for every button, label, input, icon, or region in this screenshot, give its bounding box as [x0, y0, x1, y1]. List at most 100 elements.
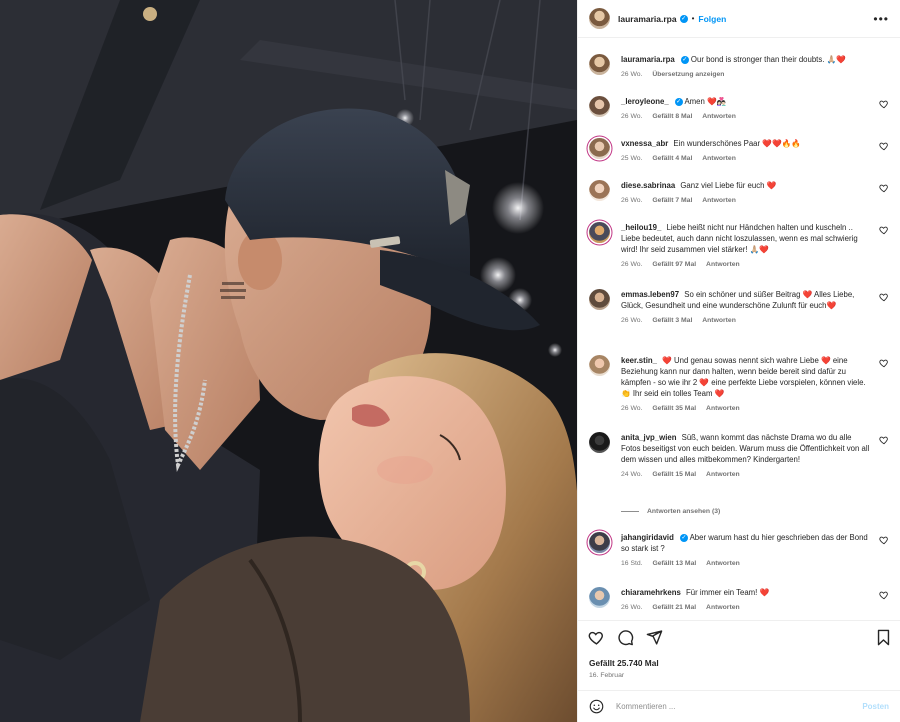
comment-age: 26 Wo.	[621, 405, 643, 412]
comment-username[interactable]: anita_jvp_wien	[621, 433, 676, 442]
comment-age: 25 Wo.	[621, 155, 643, 162]
verified-icon: ✓	[679, 533, 688, 542]
comment-username[interactable]: chiaramehrkens	[621, 588, 681, 597]
post-photo[interactable]	[0, 0, 577, 722]
caption-text: Our bond is stronger than their doubts. …	[690, 55, 846, 64]
reply-button[interactable]: Antworten	[706, 405, 740, 412]
comment-likes[interactable]: Gefällt 97 Mal	[652, 261, 696, 268]
heart-icon[interactable]	[879, 225, 889, 235]
reply-button[interactable]: Antworten	[702, 197, 736, 204]
comment-username[interactable]: _leroyleone_	[621, 97, 669, 106]
comment-item: _leroyleone_ ✓ Amen ❤️👩🏻‍❤️‍👨🏻 26 Wo. Gef…	[589, 96, 889, 122]
reply-button[interactable]: Antworten	[702, 155, 736, 162]
heart-icon[interactable]	[879, 183, 889, 193]
comment-item: keer.stin_ ❤️ Und genau sowas nennt sich…	[589, 355, 889, 414]
heart-icon[interactable]	[879, 99, 889, 109]
avatar[interactable]	[589, 180, 610, 201]
reply-button[interactable]: Antworten	[706, 560, 740, 567]
caption-username[interactable]: lauramaria.rpa	[621, 55, 675, 64]
comment-item: anita_jvp_wien Süß, wann kommt das nächs…	[589, 432, 889, 480]
likes-count[interactable]: Gefällt 25.740 Mal	[589, 658, 659, 668]
reply-button[interactable]: Antworten	[706, 261, 740, 268]
verified-icon: ✓	[679, 14, 688, 23]
bookmark-icon[interactable]	[876, 629, 891, 646]
comment-item: jahangiridavid ✓ Aber warum hast du hier …	[589, 532, 889, 569]
comment-age: 26 Wo.	[621, 261, 643, 268]
comment-likes[interactable]: Gefällt 13 Mal	[652, 560, 696, 567]
heart-icon[interactable]	[588, 629, 605, 646]
post-comment-button[interactable]: Posten	[862, 702, 889, 711]
comment-age: 26 Wo.	[621, 317, 643, 324]
post-panel: lauramaria.rpa ✓ • Folgen ••• lauramaria…	[577, 0, 900, 722]
post-dialog: lauramaria.rpa ✓ • Folgen ••• lauramaria…	[0, 0, 900, 722]
reply-button[interactable]: Antworten	[706, 471, 740, 478]
avatar[interactable]	[589, 96, 610, 117]
avatar[interactable]	[589, 8, 610, 29]
comment-username[interactable]: vxnessa_abr	[621, 139, 668, 148]
caption: lauramaria.rpa ✓ Our bond is stronger tha…	[589, 54, 889, 80]
heart-icon[interactable]	[879, 535, 889, 545]
add-comment-bar: Posten	[578, 690, 900, 722]
comment-item: emmas.leben97 So ein schöner und süßer B…	[589, 289, 889, 326]
view-replies-label: Antworten ansehen (3)	[647, 508, 721, 515]
emoji-icon[interactable]	[589, 699, 604, 714]
comment-age: 16 Std.	[621, 560, 643, 567]
comment-username[interactable]: _heilou19_	[621, 223, 661, 232]
comment-likes[interactable]: Gefällt 7 Mal	[652, 197, 692, 204]
comment-username[interactable]: jahangiridavid	[621, 533, 674, 542]
follow-button[interactable]: Folgen	[698, 14, 726, 24]
reply-button[interactable]: Antworten	[702, 113, 736, 120]
separator-dot: •	[691, 14, 695, 23]
comment-icon[interactable]	[617, 629, 634, 646]
photo-illustration	[0, 0, 577, 722]
reply-button[interactable]: Antworten	[706, 604, 740, 611]
avatar[interactable]	[589, 54, 610, 75]
comment-age: 24 Wo.	[621, 471, 643, 478]
more-icon[interactable]: •••	[873, 12, 889, 26]
post-author-username[interactable]: lauramaria.rpa	[618, 14, 677, 24]
heart-icon[interactable]	[879, 292, 889, 302]
comment-age: 26 Wo.	[621, 197, 643, 204]
avatar[interactable]	[589, 532, 610, 553]
heart-icon[interactable]	[879, 435, 889, 445]
comment-text: Für immer ein Team! ❤️	[685, 588, 770, 597]
comment-likes[interactable]: Gefällt 35 Mal	[652, 405, 696, 412]
avatar[interactable]	[589, 138, 610, 159]
comment-username[interactable]: keer.stin_	[621, 356, 657, 365]
comment-input[interactable]	[616, 702, 863, 711]
reply-button[interactable]: Antworten	[702, 317, 736, 324]
avatar[interactable]	[589, 432, 610, 453]
comment-text: Amen ❤️👩🏻‍❤️‍👨🏻	[684, 97, 727, 106]
comment-likes[interactable]: Gefällt 15 Mal	[652, 471, 696, 478]
comment-text: ❤️ Und genau sowas nennt sich wahre Lieb…	[621, 356, 866, 398]
comment-item: diese.sabrinaa Ganz viel Liebe für euch …	[589, 180, 889, 206]
translate-link[interactable]: Übersetzung anzeigen	[652, 71, 724, 78]
comment-likes[interactable]: Gefällt 4 Mal	[652, 155, 692, 162]
verified-icon: ✓	[674, 97, 683, 106]
heart-icon[interactable]	[879, 590, 889, 600]
avatar[interactable]	[589, 289, 610, 310]
comments-list[interactable]: lauramaria.rpa ✓ Our bond is stronger tha…	[578, 39, 900, 620]
post-date: 16. Februar	[589, 672, 625, 679]
heart-icon[interactable]	[879, 358, 889, 368]
comment-text: Ganz viel Liebe für euch ❤️	[680, 181, 777, 190]
comment-username[interactable]: diese.sabrinaa	[621, 181, 675, 190]
comment-item: chiaramehrkens Für immer ein Team! ❤️ 26…	[589, 587, 889, 613]
caption-age: 26 Wo.	[621, 71, 643, 78]
comment-age: 26 Wo.	[621, 113, 643, 120]
comment-age: 26 Wo.	[621, 604, 643, 611]
avatar[interactable]	[589, 222, 610, 243]
avatar[interactable]	[589, 355, 610, 376]
post-header: lauramaria.rpa ✓ • Folgen •••	[578, 0, 900, 38]
post-actions: Gefällt 25.740 Mal 16. Februar	[578, 620, 900, 690]
avatar[interactable]	[589, 587, 610, 608]
comment-username[interactable]: emmas.leben97	[621, 290, 679, 299]
comment-item: vxnessa_abr Ein wunderschönes Paar ❤️❤️🔥…	[589, 138, 889, 164]
heart-icon[interactable]	[879, 141, 889, 151]
comment-likes[interactable]: Gefällt 21 Mal	[652, 604, 696, 611]
comment-likes[interactable]: Gefällt 8 Mal	[652, 113, 692, 120]
comment-likes[interactable]: Gefällt 3 Mal	[652, 317, 692, 324]
view-replies-button[interactable]: Antworten ansehen (3)	[621, 508, 720, 515]
comment-text: Ein wunderschönes Paar ❤️❤️🔥🔥	[673, 139, 802, 148]
share-icon[interactable]	[646, 629, 663, 646]
